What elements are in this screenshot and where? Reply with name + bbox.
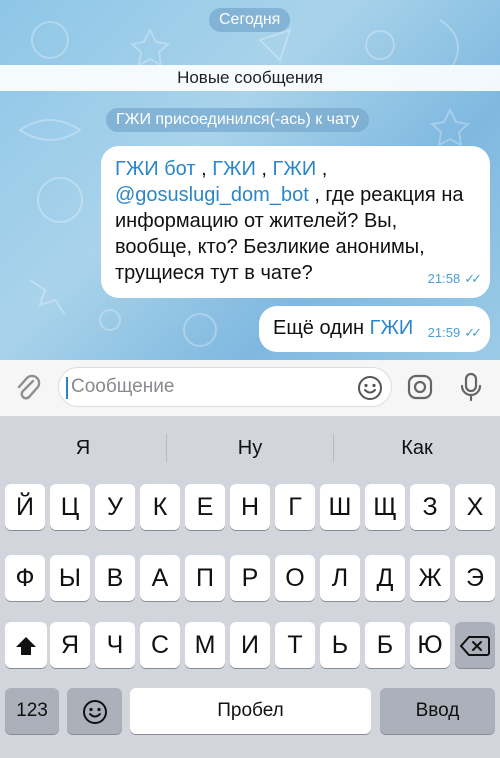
key[interactable]: В [95,555,135,601]
key[interactable]: Х [455,484,495,530]
microphone-icon[interactable] [459,372,483,407]
shift-arrow-icon [14,631,38,659]
mention-link[interactable]: @gosuslugi_dom_bot [115,184,309,206]
key[interactable]: И [230,622,270,668]
chat-area: Сегодня Новые сообщения ГЖИ присоединилс… [0,0,500,360]
message-text-part: Ещё один [273,317,370,339]
suggestion-bar: Я Ну Как [0,416,500,476]
emoji-key[interactable] [67,688,122,734]
key[interactable]: Ь [320,622,360,668]
enter-key[interactable]: Ввод [380,688,495,734]
mention-link[interactable]: ГЖИ [212,158,256,180]
date-pill: Сегодня [209,8,291,32]
backspace-key[interactable] [455,622,495,668]
suggestion[interactable]: Я [0,416,166,476]
suggestion[interactable]: Как [334,416,500,476]
message-text-part: , [195,158,213,180]
key[interactable]: О [275,555,315,601]
message-time: 21:58 [427,271,461,286]
key[interactable]: Т [275,622,315,668]
key[interactable]: С [140,622,180,668]
join-notice: ГЖИ присоединился(-ась) к чату [106,108,370,132]
key[interactable]: Е [185,484,225,530]
paperclip-icon[interactable] [14,373,42,408]
key[interactable]: У [95,484,135,530]
message-text-part: , [255,158,273,180]
keyboard: Я Ну Как Й Ц У К Е Н Г Ш Щ З Х Ф Ы В А П… [0,416,500,758]
suggestion[interactable]: Ну [167,416,333,476]
key[interactable]: А [140,555,180,601]
message-meta: 21:58 ✓✓ [427,266,482,292]
key[interactable]: Ж [410,555,450,601]
key[interactable]: Ч [95,622,135,668]
key[interactable]: Ф [5,555,45,601]
join-notice-name[interactable]: ГЖИ [116,111,151,128]
key[interactable]: Щ [365,484,405,530]
text-cursor [66,377,68,399]
key[interactable]: Б [365,622,405,668]
message-text: ГЖИ бот , ГЖИ , ГЖИ , @gosuslugi_dom_bot … [115,156,476,286]
double-check-icon: ✓✓ [464,271,482,286]
message-input-bar [0,360,500,416]
key[interactable]: Г [275,484,315,530]
message-meta: 21:59 ✓✓ [427,320,482,346]
key[interactable]: Й [5,484,45,530]
message-input[interactable] [58,367,392,407]
message-time: 21:59 [427,325,461,340]
key[interactable]: М [185,622,225,668]
key[interactable]: Ц [50,484,90,530]
key[interactable]: К [140,484,180,530]
key[interactable]: Ы [50,555,90,601]
emoji-icon[interactable] [357,375,383,406]
join-notice-text: присоединился(-ась) к чату [155,111,360,128]
key[interactable]: Ю [410,622,450,668]
key[interactable]: Л [320,555,360,601]
key[interactable]: Я [50,622,90,668]
mention-link[interactable]: ГЖИ [370,317,414,339]
numbers-key[interactable]: 123 [5,688,59,734]
key[interactable]: З [410,484,450,530]
double-check-icon: ✓✓ [464,325,482,340]
message-bubble[interactable]: ГЖИ бот , ГЖИ , ГЖИ , @gosuslugi_dom_bot … [101,146,490,298]
key[interactable]: Ш [320,484,360,530]
emoji-icon [82,697,108,725]
mention-link[interactable]: ГЖИ [273,158,317,180]
message-text-part: , [316,158,328,180]
mention-link[interactable]: ГЖИ бот [115,158,196,180]
key[interactable]: Д [365,555,405,601]
key[interactable]: Н [230,484,270,530]
key[interactable]: Р [230,555,270,601]
key[interactable]: Э [455,555,495,601]
message-bubble[interactable]: Ещё один ГЖИ 21:59 ✓✓ [259,306,490,352]
key[interactable]: П [185,555,225,601]
camera-icon[interactable] [406,373,434,406]
new-messages-bar: Новые сообщения [0,65,500,91]
space-key[interactable]: Пробел [130,688,371,734]
backspace-icon [459,631,490,659]
shift-key[interactable] [5,622,47,668]
